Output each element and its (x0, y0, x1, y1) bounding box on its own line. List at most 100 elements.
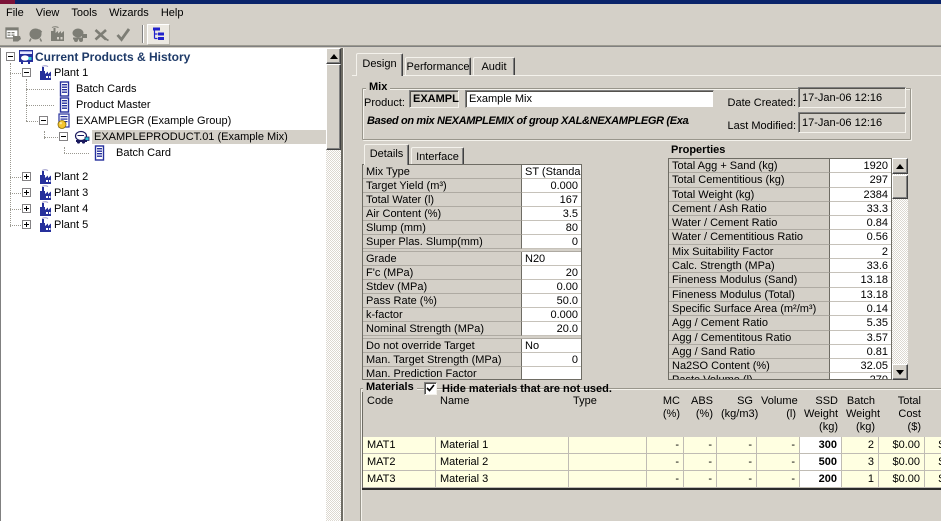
property-value[interactable]: 3.57 (830, 331, 891, 345)
tab-interface[interactable]: Interface (411, 147, 464, 164)
materials-column-header[interactable]: SSD Weight (kg) (800, 392, 842, 437)
materials-cell[interactable]: - (717, 437, 757, 454)
property-value[interactable]: 0.84 (830, 216, 891, 230)
detail-value[interactable]: 80 (522, 221, 581, 235)
menu-file[interactable]: File (0, 5, 30, 22)
product-name-input[interactable]: Example Mix (465, 90, 714, 108)
materials-cell[interactable]: - (757, 471, 800, 488)
materials-column-header[interactable]: Type (569, 392, 647, 437)
detail-value[interactable]: 0.00 (522, 280, 581, 294)
materials-cell[interactable]: Material 2 (436, 454, 569, 471)
property-value[interactable]: 32.05 (830, 359, 891, 373)
materials-cell[interactable]: 1 (842, 471, 879, 488)
tab-audit[interactable]: Audit (473, 57, 515, 75)
tree-item-label[interactable]: Product Master (74, 98, 153, 112)
tab-performance[interactable]: Performance (405, 57, 471, 75)
materials-cell[interactable]: Material 1 (436, 437, 569, 454)
materials-cell[interactable]: Material 3 (436, 471, 569, 488)
detail-value[interactable]: ST (Standa (522, 165, 581, 179)
materials-cell[interactable]: - (647, 437, 684, 454)
tree-scrollbar-thumb[interactable] (326, 64, 341, 150)
materials-cell[interactable]: - (647, 454, 684, 471)
materials-cell[interactable]: $0.00 (925, 471, 941, 488)
detail-value[interactable]: 0.000 (522, 179, 581, 193)
toolbar-button-batch-card[interactable] (2, 24, 24, 44)
property-value[interactable]: 33.3 (830, 202, 891, 216)
property-value[interactable]: 297 (830, 173, 891, 187)
materials-column-header[interactable]: Volume (l) (757, 392, 800, 437)
tab-design[interactable]: Design (356, 53, 403, 76)
tree-expand-button[interactable] (22, 172, 31, 181)
materials-cell[interactable]: $0.00 (879, 454, 925, 471)
tab-details[interactable]: Details (364, 144, 409, 165)
detail-value[interactable]: 50.0 (522, 294, 581, 308)
detail-value[interactable]: 20.0 (522, 322, 581, 336)
menu-help[interactable]: Help (155, 5, 190, 22)
materials-cell[interactable]: 300 (800, 437, 842, 454)
product-code-field[interactable]: EXAMPL (409, 90, 459, 108)
detail-value[interactable]: No (522, 339, 581, 353)
property-value[interactable]: 13.18 (830, 288, 891, 302)
menu-wizards[interactable]: Wizards (103, 5, 155, 22)
properties-scrollbar-up-button[interactable] (892, 158, 908, 174)
materials-cell[interactable]: 200 (800, 471, 842, 488)
materials-column-header[interactable]: Code (363, 392, 436, 437)
tree-expand-button[interactable] (22, 220, 31, 229)
menu-tools[interactable]: Tools (65, 5, 103, 22)
materials-cell[interactable] (569, 437, 647, 454)
materials-cell[interactable] (569, 454, 647, 471)
detail-value[interactable] (522, 367, 581, 380)
materials-cell[interactable] (569, 471, 647, 488)
detail-value[interactable]: N20 (522, 252, 581, 266)
materials-cell[interactable]: $0.00 (879, 471, 925, 488)
property-value[interactable]: 5.35 (830, 316, 891, 330)
tree-item-label[interactable]: Batch Card (114, 146, 173, 160)
tree-expand-button[interactable] (22, 204, 31, 213)
tree-item-label[interactable]: EXAMPLEGR (Example Group) (74, 114, 233, 128)
property-value[interactable]: 1920 (830, 159, 891, 173)
materials-cell[interactable]: - (647, 471, 684, 488)
detail-value[interactable]: 0 (522, 235, 581, 249)
detail-value[interactable]: 20 (522, 266, 581, 280)
property-value[interactable]: 13.18 (830, 273, 891, 287)
materials-column-header[interactable]: SG (kg/m3) (717, 392, 757, 437)
materials-cell[interactable]: - (684, 454, 717, 471)
materials-cell[interactable]: 500 (800, 454, 842, 471)
materials-row[interactable]: MAT1Material 1----3002$0.00$0.00 (363, 437, 941, 454)
property-value[interactable]: 0.56 (830, 230, 891, 244)
detail-value[interactable]: 0 (522, 353, 581, 367)
materials-cell[interactable]: - (757, 437, 800, 454)
tree-item-label[interactable]: Plant 5 (52, 218, 90, 232)
materials-row[interactable]: MAT3Material 3----2001$0.00$0.00 (363, 471, 941, 488)
tree-item-label[interactable]: Batch Cards (74, 82, 139, 96)
materials-column-header[interactable]: MC (%) (647, 392, 684, 437)
property-value[interactable]: 2384 (830, 188, 891, 202)
materials-cell[interactable]: - (684, 471, 717, 488)
materials-cell[interactable]: $0.00 (879, 437, 925, 454)
materials-column-header[interactable]: ABS (%) (684, 392, 717, 437)
tree-collapse-button[interactable] (59, 132, 68, 141)
toolbar-button-confirm[interactable] (112, 24, 134, 44)
tree-item-label[interactable]: Plant 1 (52, 66, 90, 80)
tree-item-label[interactable]: Plant 4 (52, 202, 90, 216)
tree-item-label[interactable]: EXAMPLEPRODUCT.01 (Example Mix) (92, 130, 326, 144)
property-value[interactable]: 0.81 (830, 345, 891, 359)
materials-cell[interactable]: - (684, 437, 717, 454)
materials-cell[interactable]: $0.00 (925, 454, 941, 471)
tree-item-label[interactable]: Current Products & History (33, 50, 192, 64)
toolbar-button-truck[interactable] (68, 24, 90, 44)
properties-scrollbar-thumb[interactable] (892, 175, 908, 199)
properties-scrollbar[interactable] (892, 158, 908, 380)
materials-column-header[interactable] (925, 392, 941, 437)
materials-column-header[interactable]: Batch Weight (kg) (842, 392, 879, 437)
property-value[interactable]: 2 (830, 245, 891, 259)
property-value[interactable]: 0.14 (830, 302, 891, 316)
materials-cell[interactable]: $0.00 (925, 437, 941, 454)
tree-item-label[interactable]: Plant 3 (52, 186, 90, 200)
toolbar-button-factory[interactable] (46, 24, 68, 44)
materials-column-header[interactable]: Total Cost ($) (879, 392, 925, 437)
materials-cell[interactable]: - (757, 454, 800, 471)
tree-collapse-button[interactable] (6, 52, 15, 61)
materials-cell[interactable]: MAT1 (363, 437, 436, 454)
materials-row[interactable]: MAT2Material 2----5003$0.00$0.00 (363, 454, 941, 471)
